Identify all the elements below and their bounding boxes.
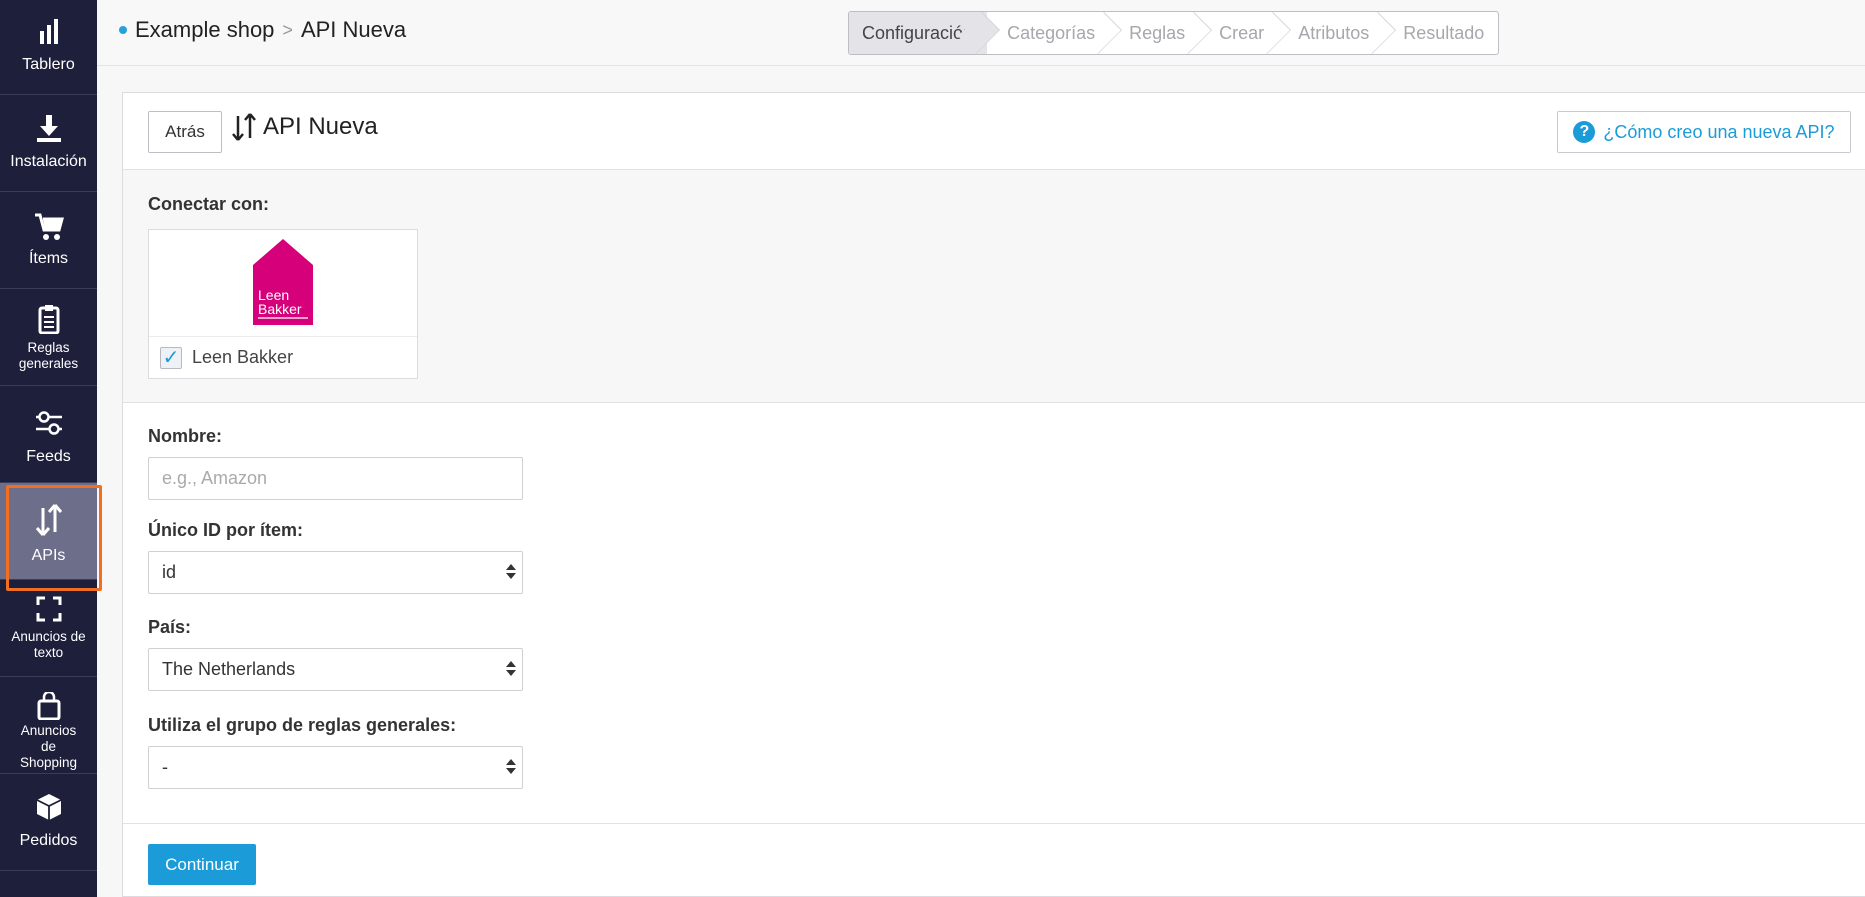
box-icon: [35, 792, 63, 822]
frame-corners-icon: [36, 594, 62, 624]
bar-chart-icon: [38, 16, 60, 48]
sidebar: Tablero Instalación Ítems Reglas general…: [0, 0, 102, 897]
sidebar-item-label: Feeds: [26, 448, 71, 465]
breadcrumb-page: API Nueva: [300, 17, 407, 42]
country-label: País:: [148, 617, 192, 637]
rule-group-select[interactable]: -: [148, 746, 523, 789]
step-categorias[interactable]: Categorías: [987, 12, 1109, 54]
sidebar-item-label: Instalación: [10, 153, 87, 170]
breadcrumb-separator: >: [282, 19, 293, 40]
top-bar: Example shop > API Nueva Configuración C…: [97, 0, 1865, 66]
step-reglas[interactable]: Reglas: [1109, 12, 1199, 54]
sidebar-item-items[interactable]: Ítems: [0, 192, 97, 289]
rule-group-value: -: [162, 757, 168, 777]
rule-group-label: Utiliza el grupo de reglas generales:: [148, 715, 457, 735]
sidebar-item-anuncios-shopping[interactable]: Anuncios de Shopping: [0, 677, 97, 774]
unique-id-label: Único ID por ítem:: [148, 520, 304, 540]
card-header: Atrás API Nueva ? ¿Cómo creo una nueva A…: [123, 93, 1865, 170]
step-configuracion[interactable]: Configuración: [849, 12, 988, 54]
main-card: Atrás API Nueva ? ¿Cómo creo una nueva A…: [122, 92, 1865, 897]
status-dot-icon: [119, 26, 127, 34]
select-arrows-icon: [506, 759, 516, 774]
sidebar-item-label: Anuncios de texto: [11, 629, 86, 660]
leen-bakker-logo: Leen Bakker: [149, 230, 417, 336]
connect-section: Conectar con: Leen Bakker ✓ Leen Bakker: [123, 170, 1865, 403]
country-value: The Netherlands: [162, 659, 296, 679]
partner-name: Leen Bakker: [192, 347, 294, 367]
step-resultado[interactable]: Resultado: [1383, 12, 1498, 54]
sliders-icon: [35, 408, 63, 438]
name-label: Nombre:: [148, 426, 223, 446]
back-button[interactable]: Atrás: [148, 111, 222, 153]
sort-arrows-icon: [231, 113, 257, 141]
question-icon: ?: [1573, 121, 1596, 143]
help-button[interactable]: ? ¿Cómo creo una nueva API?: [1557, 111, 1851, 153]
cart-icon: [34, 212, 64, 242]
help-button-label: ¿Cómo creo una nueva API?: [1603, 121, 1835, 142]
sidebar-item-label: Anuncios de Shopping: [19, 723, 78, 770]
page-title-text: API Nueva: [263, 113, 378, 140]
unique-id-value: id: [162, 562, 177, 582]
sidebar-item-reglas-generales[interactable]: Reglas generales: [0, 289, 97, 386]
partner-footer: ✓ Leen Bakker: [149, 336, 417, 378]
country-select[interactable]: The Netherlands: [148, 648, 523, 691]
download-icon: [36, 113, 62, 145]
unique-id-select[interactable]: id: [148, 551, 523, 594]
check-icon: ✓: [162, 347, 180, 369]
select-arrows-icon: [506, 564, 516, 579]
continue-button[interactable]: Continuar: [148, 844, 256, 885]
sidebar-item-label: Pedidos: [19, 832, 78, 849]
breadcrumb-shop[interactable]: Example shop: [135, 17, 274, 43]
divider: [123, 823, 1865, 824]
sidebar-item-label: Ítems: [28, 250, 69, 267]
step-atributos[interactable]: Atributos: [1278, 12, 1383, 54]
name-input[interactable]: e.g., Amazon: [148, 457, 523, 500]
page-title: API Nueva: [231, 113, 378, 141]
sidebar-item-tablero[interactable]: Tablero: [0, 0, 97, 95]
sidebar-item-anuncios-texto[interactable]: Anuncios de texto: [0, 580, 97, 677]
select-arrows-icon: [506, 661, 516, 676]
sidebar-item-label: APIs: [31, 547, 66, 564]
clipboard-icon: [38, 303, 60, 335]
connect-label: Conectar con:: [148, 194, 270, 214]
logo-text-line2: Bakker: [258, 301, 302, 317]
sidebar-item-feeds[interactable]: Feeds: [0, 386, 97, 483]
sidebar-item-apis[interactable]: APIs: [0, 483, 102, 591]
wizard-steps: Configuración Categorías Reglas Crear At…: [848, 11, 1500, 55]
sidebar-item-label: Tablero: [22, 56, 75, 73]
sidebar-item-label: Reglas generales: [18, 340, 79, 371]
sidebar-item-pedidos[interactable]: Pedidos: [0, 774, 97, 871]
sidebar-item-instalacion[interactable]: Instalación: [0, 95, 97, 192]
partner-card-leen-bakker[interactable]: Leen Bakker ✓ Leen Bakker: [148, 229, 418, 379]
partner-checkbox[interactable]: ✓: [160, 346, 182, 369]
sort-arrows-icon: [34, 503, 64, 537]
shopping-bag-icon: [37, 691, 61, 721]
step-crear[interactable]: Crear: [1199, 12, 1278, 54]
breadcrumb: Example shop > API Nueva: [119, 17, 406, 43]
